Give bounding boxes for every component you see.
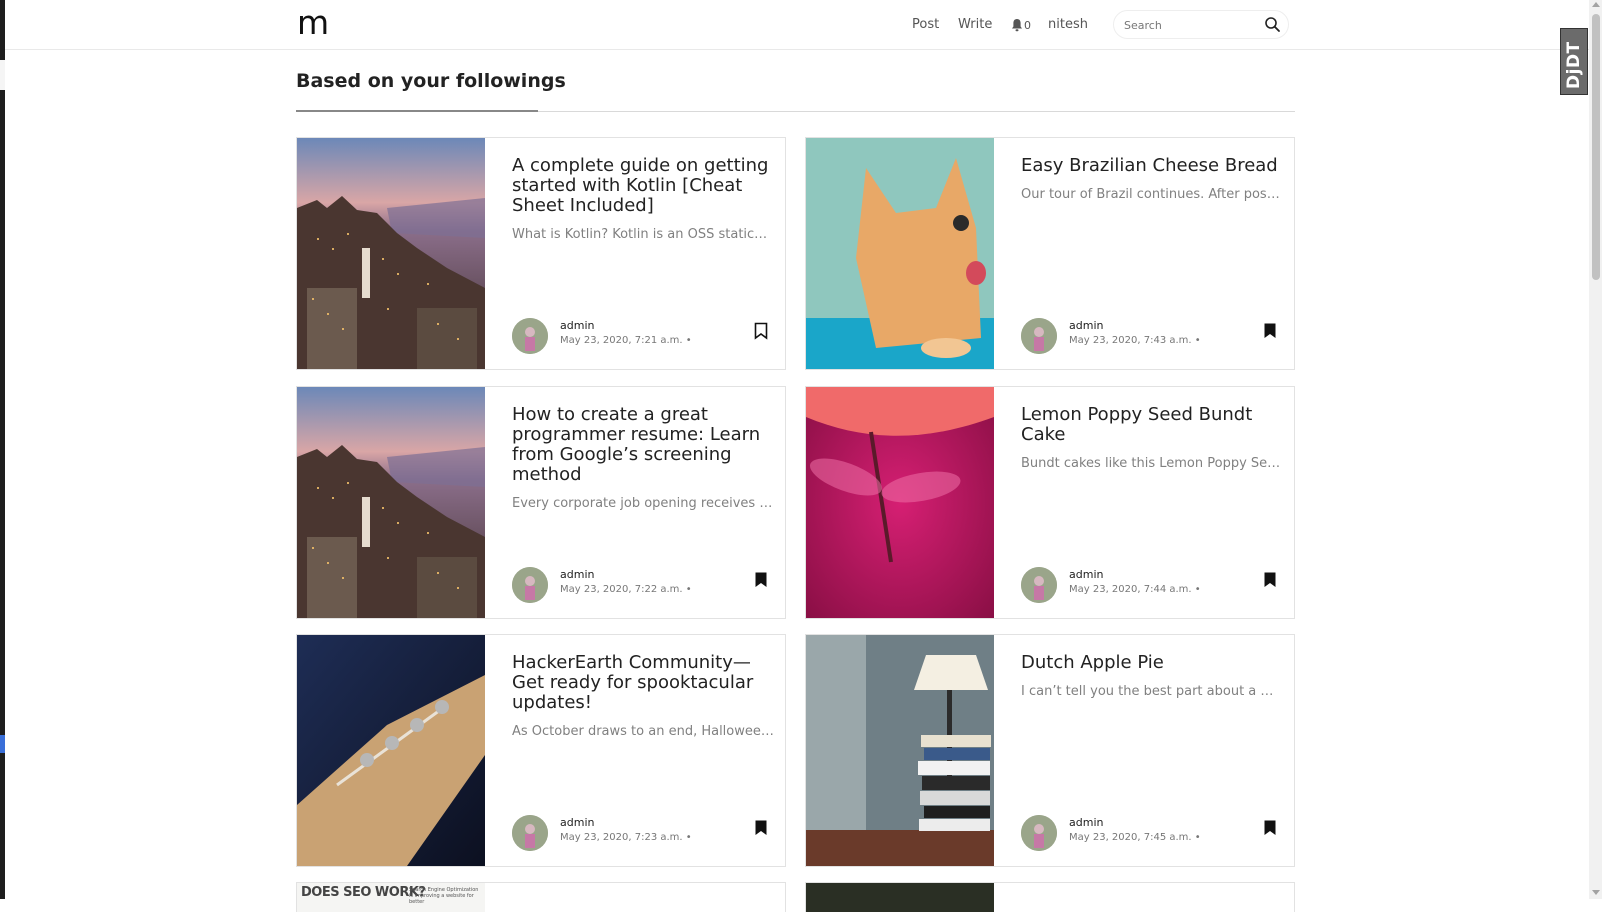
scroll-up-arrow-icon[interactable] — [1592, 2, 1600, 7]
search-input[interactable] — [1124, 16, 1254, 34]
post-author[interactable]: admin — [1069, 319, 1103, 332]
notification-count: 0 — [1024, 19, 1031, 32]
nav-post-link[interactable]: Post — [912, 17, 939, 32]
top-navbar: m Post Write 0 nitesh — [5, 0, 1589, 50]
post-excerpt: Our tour of Brazil continues. After post… — [1021, 187, 1283, 202]
post-card[interactable]: A complete guide on getting started with… — [296, 137, 786, 370]
avatar[interactable] — [512, 567, 548, 603]
bookmark-filled-icon[interactable] — [1263, 571, 1277, 589]
left-window-edge — [0, 0, 5, 899]
city-skyline-icon[interactable] — [297, 138, 485, 369]
seo-thumbnail-title: DOES SEO WORK? — [301, 885, 426, 900]
post-title[interactable]: HackerEarth Community—Get ready for spoo… — [512, 653, 774, 713]
post-date: May 23, 2020, 7:45 a.m. • — [1069, 832, 1201, 843]
section-heading: Based on your followings — [296, 70, 566, 92]
avatar[interactable] — [1021, 567, 1057, 603]
user-menu-link[interactable]: nitesh — [1048, 17, 1088, 32]
edge-segment — [0, 60, 5, 90]
post-author[interactable]: admin — [560, 568, 594, 581]
avatar[interactable] — [1021, 815, 1057, 851]
city-skyline-icon[interactable] — [297, 387, 485, 618]
post-author[interactable]: admin — [1069, 568, 1103, 581]
post-date: May 23, 2020, 7:21 a.m. • — [560, 335, 692, 346]
post-excerpt: I can’t tell you the best part about a D… — [1021, 684, 1283, 699]
post-card[interactable]: How to create a great programmer resume:… — [296, 386, 786, 619]
post-title[interactable]: How to create a great programmer resume:… — [512, 405, 774, 485]
post-card[interactable]: Lemon Poppy Seed Bundt Cake Bundt cakes … — [805, 386, 1295, 619]
post-date: May 23, 2020, 7:23 a.m. • — [560, 832, 692, 843]
heading-active-underline — [296, 110, 538, 112]
post-title[interactable]: Lemon Poppy Seed Bundt Cake — [1021, 405, 1283, 445]
post-date: May 23, 2020, 7:43 a.m. • — [1069, 335, 1201, 346]
avatar[interactable] — [512, 815, 548, 851]
post-author[interactable]: admin — [1069, 816, 1103, 829]
bookmark-filled-icon[interactable] — [1263, 819, 1277, 837]
post-excerpt: What is Kotlin? Kotlin is an OSS statica… — [512, 227, 774, 242]
search-box — [1113, 10, 1289, 39]
bookmark-filled-icon[interactable] — [754, 819, 768, 837]
lamp-books-icon[interactable] — [806, 635, 994, 866]
post-title[interactable]: Easy Brazilian Cheese Bread — [1021, 156, 1283, 176]
avatar[interactable] — [1021, 318, 1057, 354]
post-title[interactable]: A complete guide on getting started with… — [512, 156, 774, 216]
bell-icon[interactable] — [1010, 18, 1024, 32]
bookmark-filled-icon[interactable] — [1263, 322, 1277, 340]
guitar-icon[interactable] — [297, 635, 485, 866]
avatar[interactable] — [512, 318, 548, 354]
post-card-partial[interactable] — [805, 882, 1295, 912]
post-excerpt: As October draws to an end, Halloween ar… — [512, 724, 774, 739]
edge-segment-accent — [0, 735, 5, 753]
bookmark-outline-icon[interactable] — [754, 322, 768, 340]
scrollbar-thumb[interactable] — [1592, 14, 1600, 280]
seo-thumbnail-subtitle: Search Engine Optimization is improving … — [409, 887, 479, 905]
debug-toolbar-label: DjDT — [1564, 41, 1584, 89]
post-thumbnail[interactable] — [806, 883, 994, 912]
post-card-partial[interactable]: DOES SEO WORK? Search Engine Optimizatio… — [296, 882, 786, 912]
debug-toolbar-toggle[interactable]: DjDT — [1560, 28, 1588, 95]
post-title[interactable]: Dutch Apple Pie — [1021, 653, 1283, 673]
dragonfly-icon[interactable] — [806, 387, 994, 618]
scroll-down-arrow-icon[interactable] — [1592, 890, 1600, 895]
post-excerpt: Bundt cakes like this Lemon Poppy Seed B… — [1021, 456, 1283, 471]
search-icon[interactable] — [1264, 16, 1281, 33]
seo-thumbnail[interactable]: DOES SEO WORK? Search Engine Optimizatio… — [297, 883, 485, 912]
nav-write-link[interactable]: Write — [958, 17, 992, 32]
kitten-icon[interactable] — [806, 138, 994, 369]
post-card[interactable]: Dutch Apple Pie I can’t tell you the bes… — [805, 634, 1295, 867]
post-author[interactable]: admin — [560, 816, 594, 829]
post-date: May 23, 2020, 7:44 a.m. • — [1069, 584, 1201, 595]
post-card[interactable]: HackerEarth Community—Get ready for spoo… — [296, 634, 786, 867]
site-logo[interactable]: m — [297, 6, 329, 39]
post-excerpt: Every corporate job opening receives a l… — [512, 496, 774, 511]
post-author[interactable]: admin — [560, 319, 594, 332]
bookmark-filled-icon[interactable] — [754, 571, 768, 589]
post-card[interactable]: Easy Brazilian Cheese Bread Our tour of … — [805, 137, 1295, 370]
page-scrollbar[interactable] — [1589, 0, 1602, 899]
post-date: May 23, 2020, 7:22 a.m. • — [560, 584, 692, 595]
